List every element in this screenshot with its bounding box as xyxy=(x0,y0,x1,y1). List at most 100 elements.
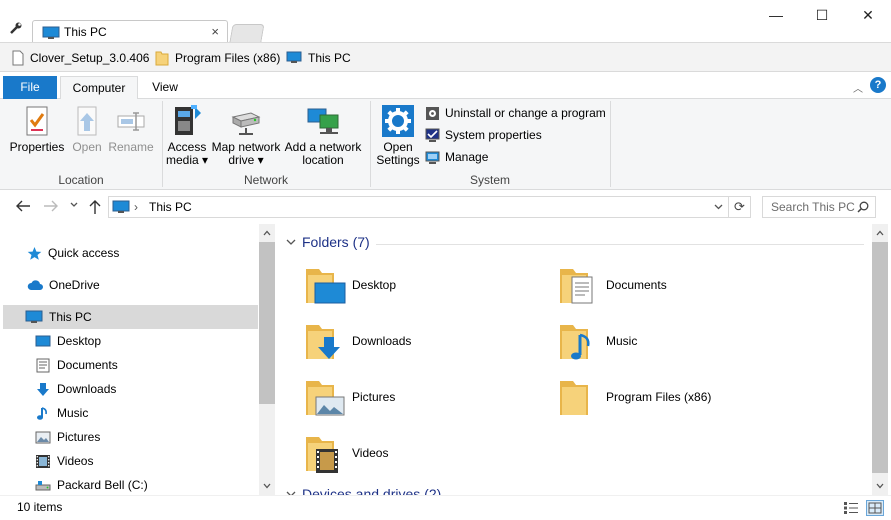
nav-item-documents[interactable]: Documents xyxy=(3,353,258,377)
nav-item-label: This PC xyxy=(49,310,92,324)
open-button: Open xyxy=(68,105,106,154)
breadcrumb-separator[interactable]: › xyxy=(134,200,138,214)
breadcrumb-this-pc[interactable]: This PC xyxy=(149,200,192,214)
nav-item-music[interactable]: Music xyxy=(3,401,258,425)
tab-this-pc[interactable]: This PC × xyxy=(32,20,228,44)
forward-arrow-icon xyxy=(43,199,59,213)
ribbon-tabs: File Computer View ︿ ? xyxy=(0,73,891,100)
desktop-icon xyxy=(35,335,51,348)
scroll-down-arrow-icon[interactable] xyxy=(263,483,271,489)
folder-label: Music xyxy=(606,334,638,348)
up-arrow-icon[interactable] xyxy=(88,199,102,215)
uninstall-label: Uninstall or change a program xyxy=(445,106,606,120)
nav-item-label: Videos xyxy=(57,454,94,468)
tab-file[interactable]: File xyxy=(3,76,57,99)
bookmark-clover-setup[interactable]: Clover_Setup_3.0.406 xyxy=(12,49,149,67)
add-network-location-button[interactable]: Add a network location xyxy=(284,103,362,167)
scroll-down-arrow-icon[interactable] xyxy=(876,483,884,489)
desktop-folder-icon xyxy=(304,263,346,307)
star-icon xyxy=(27,246,42,261)
nav-item-videos[interactable]: Videos xyxy=(3,449,258,473)
help-icon[interactable]: ? xyxy=(870,77,886,93)
close-button[interactable]: ✕ xyxy=(845,4,891,26)
bookmarks-bar: Clover_Setup_3.0.406 Program Files (x86)… xyxy=(0,42,891,72)
tab-close-button[interactable]: × xyxy=(211,24,219,39)
tab-computer[interactable]: Computer xyxy=(60,76,138,100)
computer-icon xyxy=(42,26,60,40)
folder-downloads[interactable]: Downloads xyxy=(304,318,544,364)
scroll-up-arrow-icon[interactable] xyxy=(263,230,271,236)
folder-documents[interactable]: Documents xyxy=(558,262,798,308)
open-settings-button[interactable]: Open Settings xyxy=(374,105,422,167)
videos-folder-icon xyxy=(304,431,346,475)
system-properties-button[interactable]: System properties xyxy=(425,126,542,144)
nav-item-label: OneDrive xyxy=(49,278,100,292)
tab-title: This PC xyxy=(64,25,107,39)
nav-item-this-pc[interactable]: This PC xyxy=(3,305,258,329)
bookmark-label: This PC xyxy=(308,51,351,65)
new-tab-button[interactable] xyxy=(229,24,265,42)
search-input[interactable]: Search This PC xyxy=(762,196,876,218)
details-view-icon[interactable] xyxy=(843,501,859,515)
large-icons-view-icon[interactable] xyxy=(866,500,884,516)
add-location-label-2: location xyxy=(302,153,344,167)
folder-icon xyxy=(155,50,169,66)
nav-item-pictures[interactable]: Pictures xyxy=(3,425,258,449)
documents-folder-icon xyxy=(558,263,600,307)
rename-button: Rename xyxy=(108,105,154,154)
nav-item-label: Downloads xyxy=(57,382,117,396)
tab-view[interactable]: View xyxy=(140,76,190,99)
folder-label: Pictures xyxy=(352,390,396,404)
maximize-button[interactable]: ☐ xyxy=(799,4,845,26)
bookmark-label: Clover_Setup_3.0.406 xyxy=(30,51,150,65)
refresh-icon[interactable]: ⟳ xyxy=(729,196,751,218)
back-arrow-icon[interactable] xyxy=(15,199,31,213)
content-scroll-thumb[interactable] xyxy=(872,242,888,473)
folder-pictures[interactable]: Pictures xyxy=(304,374,544,420)
manage-icon xyxy=(425,150,440,165)
nav-item-drive-c[interactable]: Packard Bell (C:) xyxy=(3,473,258,497)
scroll-up-arrow-icon[interactable] xyxy=(876,230,884,236)
folders-group-header[interactable]: Folders (7) xyxy=(286,234,370,250)
folder-music[interactable]: Music xyxy=(558,318,798,364)
folder-videos[interactable]: Videos xyxy=(304,430,544,476)
bookmark-this-pc[interactable]: This PC xyxy=(286,49,351,67)
properties-button[interactable]: Properties xyxy=(8,105,66,154)
folder-program-files-x86[interactable]: Program Files (x86) xyxy=(558,374,798,420)
minimize-button[interactable]: — xyxy=(753,4,799,26)
manage-button[interactable]: Manage xyxy=(425,148,488,166)
nav-item-downloads[interactable]: Downloads xyxy=(3,377,258,401)
wrench-icon[interactable] xyxy=(8,20,24,36)
nav-item-label: Music xyxy=(57,406,89,420)
bookmark-program-files[interactable]: Program Files (x86) xyxy=(155,49,280,67)
access-media-button[interactable]: Access media ▾ xyxy=(164,103,210,167)
music-folder-icon xyxy=(558,319,600,363)
nav-item-desktop[interactable]: Desktop xyxy=(3,329,258,353)
recent-locations-chevron-icon[interactable] xyxy=(70,201,78,209)
search-icon xyxy=(857,201,869,213)
nav-item-quick-access[interactable]: Quick access xyxy=(27,241,258,265)
chevron-down-icon xyxy=(286,238,296,246)
properties-icon xyxy=(25,105,49,137)
media-icon xyxy=(171,103,203,137)
settings-gear-icon xyxy=(382,105,414,137)
uninstall-program-button[interactable]: Uninstall or change a program xyxy=(425,104,606,122)
devices-group-header[interactable]: Devices and drives (2) xyxy=(286,486,441,495)
picture-icon xyxy=(35,431,51,444)
folder-label: Documents xyxy=(606,278,667,292)
group-title: Folders (7) xyxy=(302,234,370,250)
folder-label: Desktop xyxy=(352,278,397,292)
group-label-network: Network xyxy=(243,173,288,187)
nav-item-label: Desktop xyxy=(57,334,102,348)
map-network-drive-button[interactable]: Map network drive ▾ xyxy=(210,103,282,167)
address-dropdown-chevron-icon[interactable] xyxy=(714,204,723,210)
address-bar[interactable]: › This PC xyxy=(108,196,729,218)
nav-item-onedrive[interactable]: OneDrive xyxy=(27,273,258,297)
folder-icon xyxy=(558,375,600,419)
map-drive-label-2: drive ▾ xyxy=(228,153,264,167)
title-bar: This PC × — ☐ ✕ xyxy=(0,0,891,44)
chevron-up-icon[interactable]: ︿ xyxy=(853,80,863,95)
group-separator xyxy=(610,101,611,187)
folder-desktop[interactable]: Desktop xyxy=(304,262,544,308)
navigation-scroll-thumb[interactable] xyxy=(259,242,275,404)
